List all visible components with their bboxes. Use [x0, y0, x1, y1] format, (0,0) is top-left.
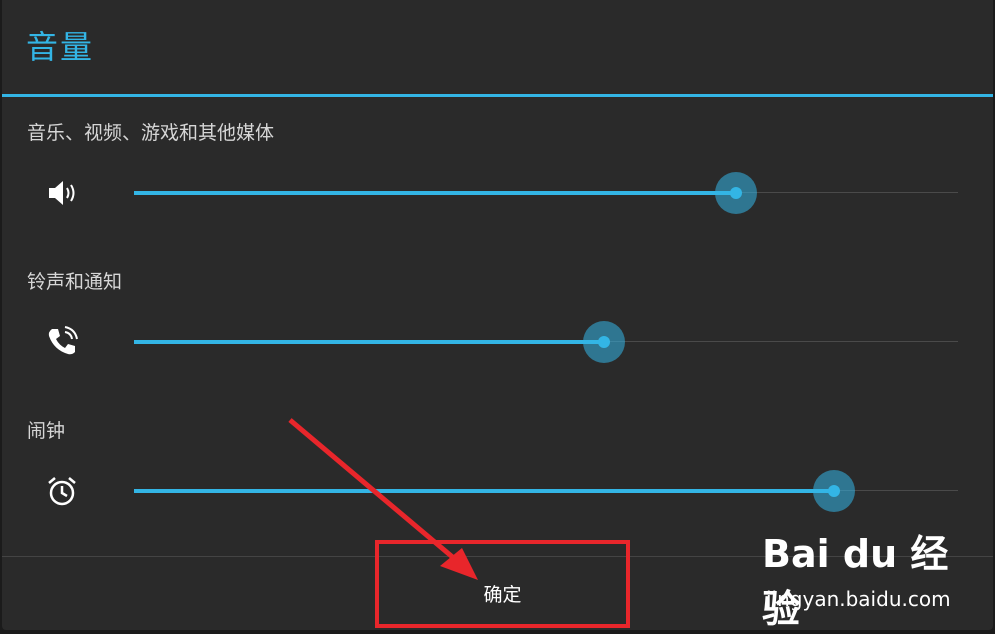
speaker-icon [49, 181, 75, 205]
baidu-jingyan-watermark: Bai du 经验 jingyan.baidu.com [762, 523, 952, 631]
alarm-volume-slider[interactable] [134, 470, 958, 512]
media-volume-slider[interactable] [134, 172, 958, 214]
ringtone-volume-label: 铃声和通知 [27, 271, 123, 293]
slider-fill [134, 191, 736, 195]
slider-fill [134, 489, 835, 493]
watermark-url: jingyan.baidu.com [766, 587, 951, 611]
ok-button[interactable]: 确定 [375, 540, 630, 628]
title-divider [2, 94, 993, 97]
alarm-volume-label: 闹钟 [27, 420, 66, 442]
ok-button-label: 确定 [483, 583, 522, 606]
dialog-title: 音量 [26, 28, 95, 66]
ringtone-volume-slider[interactable] [134, 321, 958, 363]
media-volume-label: 音乐、视频、游戏和其他媒体 [27, 122, 275, 144]
alarm-clock-icon [48, 477, 76, 506]
slider-thumb[interactable] [729, 187, 742, 199]
phone-ring-icon [48, 326, 78, 355]
slider-thumb[interactable] [597, 336, 610, 348]
watermark-logo: Bai du 经验 [762, 532, 949, 631]
slider-fill [134, 340, 604, 344]
